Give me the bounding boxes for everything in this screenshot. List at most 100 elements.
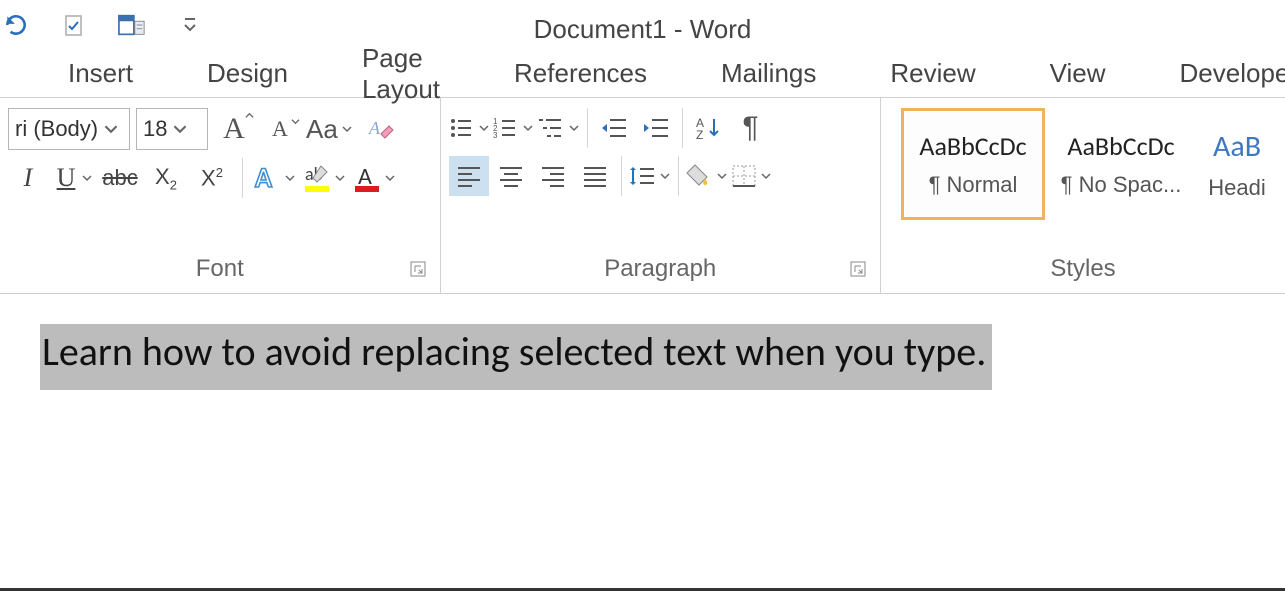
style-no-spacing[interactable]: AaBbCcDc ¶ No Spac...	[1049, 108, 1193, 220]
ribbon: ri (Body) 18 A A Aa	[0, 98, 1285, 294]
tab-mailings[interactable]: Mailings	[703, 52, 834, 95]
paragraph-group-label: Paragraph	[449, 255, 873, 287]
document-area[interactable]: Learn how to avoid replacing selected te…	[0, 294, 1285, 390]
increase-indent-icon	[642, 116, 670, 140]
shrink-font-button[interactable]: A	[260, 109, 300, 149]
align-left-button[interactable]	[449, 156, 489, 196]
chevron-down-icon	[104, 122, 118, 136]
style-name: ¶ No Spac...	[1061, 172, 1182, 198]
down-caret-icon	[291, 117, 300, 126]
chevron-down-icon	[82, 173, 92, 183]
tab-insert[interactable]: Insert	[50, 52, 151, 95]
dialog-launcher-icon[interactable]	[850, 261, 866, 277]
dialog-launcher-icon[interactable]	[410, 261, 426, 277]
borders-button[interactable]	[731, 156, 773, 196]
highlight-button[interactable]: ab	[303, 158, 347, 198]
change-case-icon: Aa	[306, 114, 338, 145]
tab-review[interactable]: Review	[872, 52, 993, 95]
svg-text:Z: Z	[696, 128, 703, 141]
decrease-indent-button[interactable]	[594, 108, 634, 148]
bullets-icon	[449, 116, 475, 140]
style-normal[interactable]: AaBbCcDc ¶ Normal	[901, 108, 1045, 220]
font-size-value: 18	[143, 116, 167, 142]
svg-text:A: A	[255, 163, 272, 193]
grow-font-icon: A	[223, 112, 245, 146]
chevron-down-icon	[173, 122, 187, 136]
chevron-down-icon	[523, 123, 533, 133]
increase-indent-button[interactable]	[636, 108, 676, 148]
subscript-button[interactable]: X2	[146, 158, 186, 198]
show-hide-button[interactable]: ¶	[731, 108, 771, 148]
chevron-down-icon	[569, 123, 579, 133]
text-effects-icon: A	[253, 163, 281, 193]
style-name: Headi	[1208, 175, 1265, 201]
style-preview: AaBbCcDc	[919, 130, 1026, 162]
font-name-combo[interactable]: ri (Body)	[8, 108, 130, 150]
separator	[678, 156, 679, 196]
font-group-label: Font	[8, 255, 432, 287]
eraser-icon: A	[365, 114, 395, 144]
pilcrow-icon: ¶	[742, 111, 758, 145]
strikethrough-icon: abc	[102, 165, 137, 191]
align-right-button[interactable]	[533, 156, 573, 196]
shrink-font-icon: A	[272, 116, 288, 142]
bottom-border	[0, 588, 1285, 591]
sort-icon: AZ	[696, 115, 722, 141]
clear-formatting-button[interactable]: A	[360, 109, 400, 149]
align-left-icon	[456, 165, 482, 187]
italic-icon: I	[24, 163, 33, 193]
font-color-icon: A	[353, 162, 381, 194]
tab-view[interactable]: View	[1032, 52, 1124, 95]
chevron-down-icon	[335, 173, 345, 183]
svg-text:3: 3	[493, 131, 498, 140]
align-center-button[interactable]	[491, 156, 531, 196]
chevron-down-icon	[717, 171, 727, 181]
underline-button[interactable]: U	[54, 158, 94, 198]
superscript-button[interactable]: X2	[192, 158, 232, 198]
styles-group: AaBbCcDc ¶ Normal AaBbCcDc ¶ No Spac... …	[881, 98, 1285, 293]
sort-button[interactable]: AZ	[689, 108, 729, 148]
superscript-icon: X2	[201, 165, 223, 191]
font-group: ri (Body) 18 A A Aa	[0, 98, 441, 293]
separator	[682, 108, 683, 148]
shading-button[interactable]	[685, 156, 729, 196]
style-heading1[interactable]: AaB Headi	[1197, 108, 1277, 220]
change-case-button[interactable]: Aa	[306, 109, 354, 149]
justify-button[interactable]	[575, 156, 615, 196]
up-caret-icon	[245, 111, 254, 120]
strikethrough-button[interactable]: abc	[100, 158, 140, 198]
chevron-down-icon	[342, 124, 352, 134]
repeat-icon[interactable]	[2, 11, 30, 39]
styles-group-label: Styles	[889, 255, 1277, 287]
spellcheck-icon[interactable]	[60, 11, 88, 39]
chevron-down-icon	[479, 123, 489, 133]
align-right-icon	[540, 165, 566, 187]
line-spacing-button[interactable]	[628, 156, 672, 196]
numbering-button[interactable]: 123	[493, 108, 535, 148]
tab-references[interactable]: References	[496, 52, 665, 95]
chevron-down-icon	[660, 171, 670, 181]
shading-icon	[685, 163, 713, 189]
font-name-value: ri (Body)	[15, 116, 98, 142]
chevron-down-icon	[385, 173, 395, 183]
tab-design[interactable]: Design	[189, 52, 306, 95]
table-tool-icon[interactable]	[118, 11, 146, 39]
italic-button[interactable]: I	[8, 158, 48, 198]
decrease-indent-icon	[600, 116, 628, 140]
borders-icon	[731, 164, 757, 188]
chevron-down-icon	[761, 171, 771, 181]
style-preview: AaB	[1213, 128, 1261, 165]
grow-font-button[interactable]: A	[214, 109, 254, 149]
chevron-down-icon	[285, 173, 295, 183]
bullets-button[interactable]	[449, 108, 491, 148]
align-center-icon	[498, 165, 524, 187]
highlight-icon: ab	[303, 162, 331, 194]
multilevel-list-button[interactable]	[537, 108, 581, 148]
text-effects-button[interactable]: A	[253, 158, 297, 198]
tab-developer[interactable]: Developer	[1162, 52, 1285, 95]
selected-text[interactable]: Learn how to avoid replacing selected te…	[40, 324, 992, 390]
font-size-combo[interactable]: 18	[136, 108, 208, 150]
customize-qat-icon[interactable]	[176, 11, 204, 39]
justify-icon	[582, 165, 608, 187]
font-color-button[interactable]: A	[353, 158, 397, 198]
